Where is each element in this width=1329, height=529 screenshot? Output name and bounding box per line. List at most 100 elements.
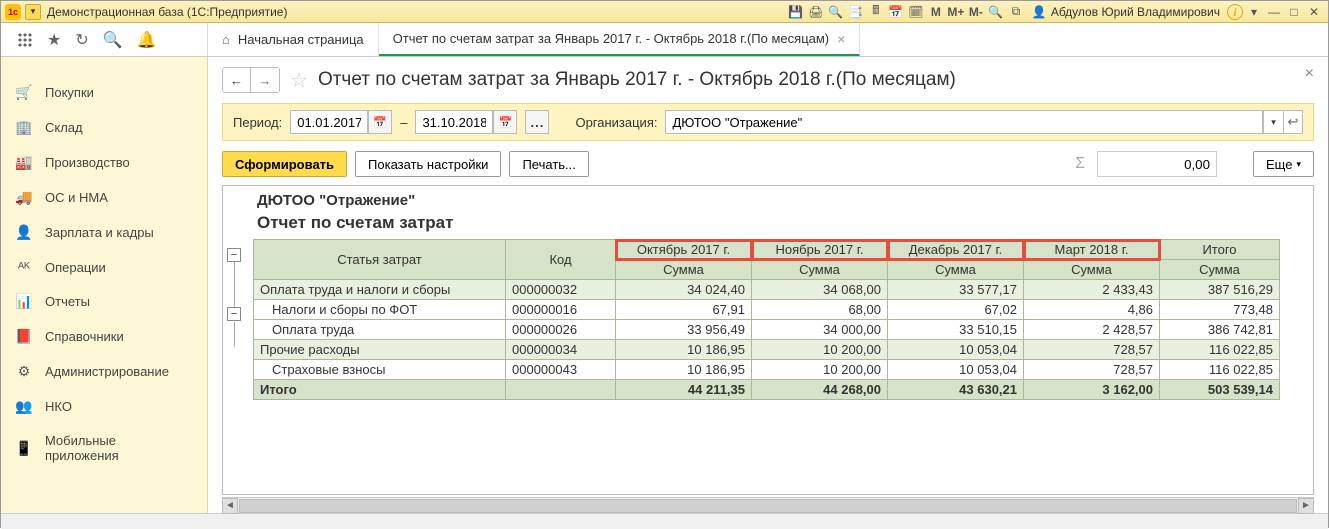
tab-report[interactable]: Отчет по счетам затрат за Январь 2017 г.…	[379, 23, 861, 56]
calendar-to-icon[interactable]: 📅	[493, 110, 517, 134]
cell-value: 2 428,57	[1024, 320, 1160, 340]
maximize-icon[interactable]: □	[1285, 3, 1303, 21]
table-row[interactable]: Оплата труда00000002633 956,4934 000,003…	[254, 320, 1280, 340]
org-open-icon[interactable]: ↩	[1283, 110, 1303, 134]
m-plus-icon[interactable]: M+	[947, 3, 965, 21]
org-input[interactable]	[665, 110, 1263, 134]
collapse-button-1[interactable]: −	[227, 248, 241, 262]
sidebar-item-nko[interactable]: 👥НКО	[1, 389, 207, 424]
more-button[interactable]: Еще ▾	[1253, 151, 1314, 177]
m-minus-icon[interactable]: M-	[967, 3, 985, 21]
cell-value: 3 162,00	[1024, 380, 1160, 400]
tab-close-icon[interactable]: ×	[837, 31, 845, 47]
nav-arrows: ← →	[222, 67, 280, 93]
nav-back-icon[interactable]: ←	[223, 68, 251, 92]
filter-bar: Период: 📅 – 📅 ... Организация: ▾ ↩	[222, 103, 1314, 141]
show-settings-button[interactable]: Показать настройки	[355, 151, 501, 177]
col-code[interactable]: Код	[506, 240, 616, 280]
sidebar-item-warehouse[interactable]: 🏢Склад	[1, 110, 207, 145]
col-sum-total[interactable]: Сумма	[1160, 260, 1280, 280]
report-table: Статья затрат Код Октябрь 2017 г. Ноябрь…	[253, 239, 1280, 400]
period-dash: –	[400, 115, 407, 130]
sidebar-item-label: ОС и НМА	[45, 190, 108, 205]
sidebar-item-catalogs[interactable]: 📕Справочники	[1, 319, 207, 354]
app-menu-dropdown[interactable]: ▾	[25, 4, 41, 20]
calendar-from-icon[interactable]: 📅	[368, 110, 392, 134]
col-month-0[interactable]: Октябрь 2017 г.	[616, 240, 752, 260]
minimize-icon[interactable]: —	[1265, 3, 1283, 21]
cell-name: Прочие расходы	[254, 340, 506, 360]
report-area[interactable]: − − ДЮТОО "Отражение" Отчет по счетам за…	[222, 185, 1314, 495]
sidebar-item-reports[interactable]: 📊Отчеты	[1, 284, 207, 319]
col-sum-2[interactable]: Сумма	[888, 260, 1024, 280]
tree-column: − −	[227, 248, 251, 327]
panels-icon[interactable]: ⧉	[1007, 3, 1025, 21]
sum-input[interactable]	[1097, 151, 1217, 177]
print-button[interactable]: Печать...	[509, 151, 588, 177]
date-to-input[interactable]	[415, 110, 493, 134]
sidebar-item-payroll[interactable]: 👤Зарплата и кадры	[1, 215, 207, 250]
cell-name: Налоги и сборы по ФОТ	[254, 300, 506, 320]
save-icon[interactable]: 💾	[787, 3, 805, 21]
nav-forward-icon[interactable]: →	[251, 68, 279, 92]
sidebar-item-assets[interactable]: 🚚ОС и НМА	[1, 180, 207, 215]
sidebar-item-purchases[interactable]: 🛒Покупки	[1, 75, 207, 110]
col-sum-0[interactable]: Сумма	[616, 260, 752, 280]
scroll-right-icon[interactable]: ►	[1298, 498, 1314, 514]
col-sum-3[interactable]: Сумма	[1024, 260, 1160, 280]
print-icon[interactable]: 🖨	[807, 3, 825, 21]
calendar-icon[interactable]: 📅	[887, 3, 905, 21]
table-row[interactable]: Налоги и сборы по ФОТ00000001667,9168,00…	[254, 300, 1280, 320]
col-month-1[interactable]: Ноябрь 2017 г.	[752, 240, 888, 260]
col-month-3[interactable]: Март 2018 г.	[1024, 240, 1160, 260]
tab-home[interactable]: ⌂ Начальная страница	[208, 23, 379, 56]
cell-value: 116 022,85	[1160, 360, 1280, 380]
period-more-button[interactable]: ...	[525, 110, 549, 134]
search-icon[interactable]: 🔍	[103, 30, 123, 50]
m-icon[interactable]: M	[927, 3, 945, 21]
col-sum-1[interactable]: Сумма	[752, 260, 888, 280]
sidebar-item-label: Операции	[45, 260, 106, 275]
collapse-button-2[interactable]: −	[227, 307, 241, 321]
table-row[interactable]: Прочие расходы00000003410 186,9510 200,0…	[254, 340, 1280, 360]
history-icon[interactable]: ↻	[75, 30, 88, 50]
table-row[interactable]: Итого44 211,3544 268,0043 630,213 162,00…	[254, 380, 1280, 400]
favorite-icon[interactable]: ★	[47, 30, 61, 50]
scroll-thumb[interactable]	[239, 499, 1297, 513]
preview-icon[interactable]: 🔍	[827, 3, 845, 21]
apps-icon[interactable]	[17, 32, 33, 48]
table-row[interactable]: Страховые взносы00000004310 186,9510 200…	[254, 360, 1280, 380]
sidebar-item-production[interactable]: 🏭Производство	[1, 145, 207, 180]
sidebar-item-admin[interactable]: ⚙Администрирование	[1, 354, 207, 389]
calc-icon[interactable]: 🖩	[867, 3, 885, 21]
user-menu[interactable]: 👤 Абдулов Юрий Владимирович	[1032, 5, 1220, 19]
favorite-star-icon[interactable]: ☆	[290, 68, 308, 93]
notifications-icon[interactable]: 🔔	[137, 30, 157, 50]
dropdown-icon[interactable]: ▾	[1245, 3, 1263, 21]
report-org-title: ДЮТОО "Отражение"	[253, 190, 1313, 211]
org-dropdown-icon[interactable]: ▾	[1263, 110, 1283, 134]
run-report-button[interactable]: Сформировать	[222, 151, 347, 177]
table-row[interactable]: Оплата труда и налоги и сборы00000003234…	[254, 280, 1280, 300]
info-icon[interactable]: i	[1227, 4, 1243, 20]
cell-value: 67,91	[616, 300, 752, 320]
date-from-input[interactable]	[290, 110, 368, 134]
zoom-icon[interactable]: 🔍	[987, 3, 1005, 21]
sidebar-item-mobile[interactable]: 📱Мобильные приложения	[1, 424, 207, 472]
col-month-2[interactable]: Декабрь 2017 г.	[888, 240, 1024, 260]
scroll-left-icon[interactable]: ◄	[222, 498, 238, 514]
close-window-icon[interactable]: ✕	[1305, 3, 1323, 21]
titlebar: 1c ▾ Демонстрационная база (1С:Предприят…	[1, 1, 1328, 23]
col-total[interactable]: Итого	[1160, 240, 1280, 260]
operations-icon: ᴬᴷ	[15, 259, 33, 275]
date-icon[interactable]: 🗓	[907, 3, 925, 21]
phone-icon: 📱	[15, 440, 33, 457]
sidebar-item-label: Склад	[45, 120, 83, 135]
cell-value: 4,86	[1024, 300, 1160, 320]
compare-icon[interactable]: 📑	[847, 3, 865, 21]
cell-value: 33 577,17	[888, 280, 1024, 300]
page-close-icon[interactable]: ×	[1305, 65, 1314, 83]
col-item[interactable]: Статья затрат	[254, 240, 506, 280]
h-scrollbar[interactable]: ◄ ►	[222, 497, 1314, 513]
sidebar-item-operations[interactable]: ᴬᴷ Операции	[1, 250, 207, 284]
